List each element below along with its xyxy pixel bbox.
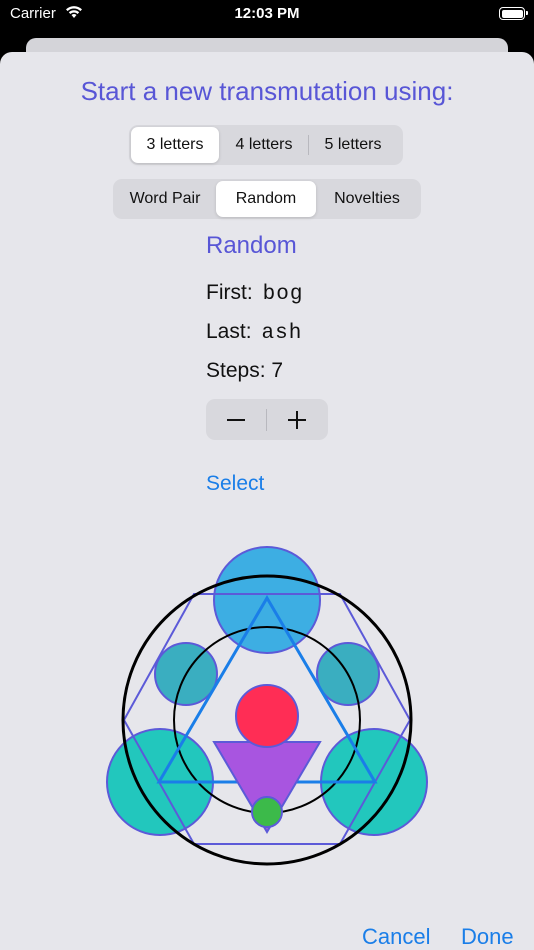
- transmutation-emblem: [106, 546, 428, 866]
- decrement-button[interactable]: [206, 399, 266, 440]
- steps-value: 7: [271, 359, 284, 382]
- plus-icon: [288, 410, 306, 429]
- clock: 12:03 PM: [234, 5, 300, 22]
- cancel-button[interactable]: Cancel: [362, 924, 430, 950]
- select-button[interactable]: Select: [206, 472, 264, 496]
- segment-3-letters[interactable]: 3 letters: [131, 127, 219, 163]
- segment-5-letters[interactable]: 5 letters: [309, 127, 397, 163]
- first-word-row: First: bog: [206, 281, 303, 306]
- segment-novelties[interactable]: Novelties: [317, 181, 417, 217]
- done-button[interactable]: Done: [461, 924, 514, 950]
- segment-word-pair[interactable]: Word Pair: [115, 181, 215, 217]
- new-transmutation-sheet: Start a new transmutation using: 3 lette…: [0, 52, 534, 950]
- mode-title: Random: [206, 232, 297, 259]
- steps-row: Steps: 7: [206, 359, 283, 383]
- minus-icon: [227, 418, 245, 421]
- segment-4-letters[interactable]: 4 letters: [220, 127, 308, 163]
- first-word: bog: [262, 283, 304, 306]
- steps-label: Steps:: [206, 359, 266, 382]
- increment-button[interactable]: [267, 399, 327, 440]
- last-label: Last:: [206, 320, 252, 343]
- last-word-row: Last: ash: [206, 320, 302, 345]
- status-bar: Carrier 12:03 PM: [0, 0, 534, 30]
- battery-icon: [499, 7, 528, 20]
- last-word: ash: [261, 322, 303, 345]
- sheet-heading: Start a new transmutation using:: [80, 76, 454, 106]
- first-label: First:: [206, 281, 253, 304]
- steps-stepper: [206, 399, 328, 440]
- segment-random[interactable]: Random: [216, 181, 316, 217]
- letter-count-segmented-control: 3 letters 4 letters 5 letters: [129, 125, 403, 165]
- emblem-bottom-small-circle: [251, 796, 283, 828]
- mode-segmented-control: Word Pair Random Novelties: [113, 179, 421, 219]
- emblem-center-circle: [235, 684, 299, 748]
